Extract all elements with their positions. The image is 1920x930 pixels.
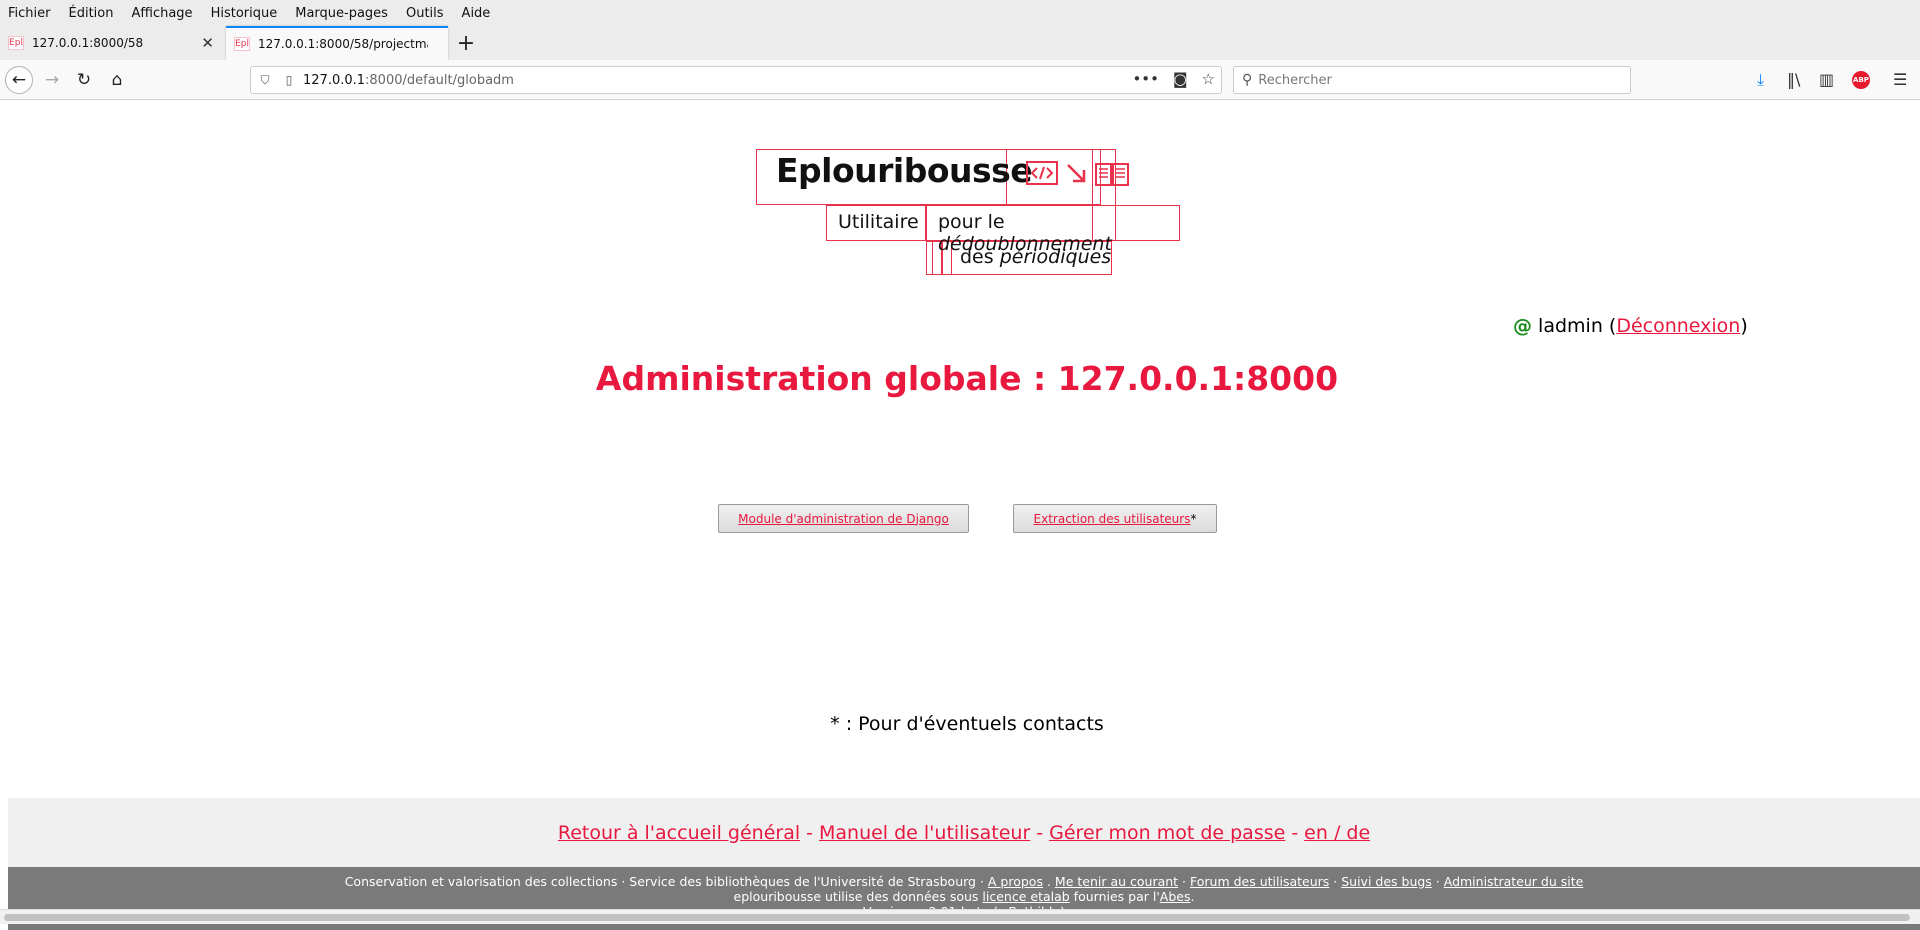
separator: - <box>1291 821 1299 844</box>
menu-aide[interactable]: Aide <box>462 6 491 21</box>
logo-des-prefix: des <box>960 246 1000 268</box>
book-icon <box>1095 163 1129 186</box>
logo-periodiques: périodiques <box>999 246 1112 268</box>
logo-pour-le-prefix: pour le <box>938 211 1005 233</box>
footer-line-1: Conservation et valorisation des collect… <box>8 874 1920 889</box>
django-admin-link[interactable]: Module d'administration de Django <box>738 512 949 526</box>
arrow-down-right-icon <box>1067 164 1086 183</box>
download-icon[interactable]: ⤓ <box>1757 70 1764 90</box>
forward-arrow-icon[interactable]: → <box>38 66 66 94</box>
scrollbar-thumb[interactable] <box>4 914 1910 921</box>
favicon-icon: Epl <box>234 37 250 51</box>
footer-org: Conservation et valorisation des collect… <box>344 874 988 889</box>
logout-link[interactable]: Déconnexion <box>1616 315 1740 337</box>
close-icon[interactable]: ✕ <box>201 34 214 52</box>
tab-bar: Epl 127.0.0.1:8000/58 ✕ Epl 127.0.0.1:80… <box>0 26 1920 60</box>
dot: . <box>1042 874 1055 889</box>
menu-historique[interactable]: Historique <box>211 6 278 21</box>
eplouribousse-logo: Eplouribousse Utilitaire pour le dédoubl… <box>756 147 1180 275</box>
separator: - <box>1036 821 1044 844</box>
library-icon[interactable]: ‖\ <box>1787 70 1800 89</box>
new-tab-plus-icon[interactable]: + <box>456 26 476 60</box>
contact-note: * : Pour d'éventuels contacts <box>830 713 1104 735</box>
logo-des-periodiques: des périodiques <box>960 246 1111 268</box>
page-icon: ▯ <box>285 73 293 87</box>
page-content: Eplouribousse Utilitaire pour le dédoubl… <box>0 101 1920 930</box>
tab-title: 127.0.0.1:8000/58 <box>32 36 144 50</box>
horizontal-scrollbar[interactable] <box>0 909 1920 924</box>
menu-outils[interactable]: Outils <box>406 6 444 21</box>
url-host: 127.0.0.1 <box>303 72 366 88</box>
menu-bar: Fichier Édition Affichage Historique Mar… <box>0 0 1920 26</box>
sidebar-icon[interactable]: ▥ <box>1819 70 1834 89</box>
period: . <box>1190 889 1195 904</box>
paren-close: ) <box>1740 315 1748 337</box>
back-arrow-icon[interactable]: ← <box>5 66 33 94</box>
language-link[interactable]: en / de <box>1304 822 1370 844</box>
tab-2-active[interactable]: Epl 127.0.0.1:8000/58/projectmat <box>226 26 448 60</box>
paren-open: ( <box>1602 315 1617 337</box>
page-title: Administration globale : 127.0.0.1:8000 <box>595 359 1339 398</box>
dot: · <box>1431 874 1444 889</box>
separator: - <box>806 821 813 844</box>
user-info: @ ladmin (Déconnexion) <box>1513 315 1748 337</box>
asterisk: * <box>1190 511 1197 526</box>
menu-edition[interactable]: Édition <box>69 6 114 21</box>
password-link[interactable]: Gérer mon mot de passe <box>1049 822 1285 844</box>
menu-fichier[interactable]: Fichier <box>8 6 51 21</box>
dot: · <box>1178 874 1190 889</box>
footer-line-2: eplouribousse utilise des données sous l… <box>8 889 1920 904</box>
tab-1[interactable]: Epl 127.0.0.1:8000/58 ✕ <box>0 26 224 60</box>
search-placeholder: Rechercher <box>1258 72 1332 88</box>
django-admin-button[interactable]: Module d'administration de Django <box>718 504 969 533</box>
home-link[interactable]: Retour à l'accueil général <box>558 822 800 844</box>
extract-users-link[interactable]: Extraction des utilisateurs <box>1034 512 1191 526</box>
reload-icon[interactable]: ↻ <box>70 66 98 94</box>
navigation-toolbar: ← → ↻ ⌂ ⛉ ▯ 127.0.0.1:8000/default/globa… <box>0 60 1920 100</box>
footer-data-text-2: fournies par l' <box>1069 889 1160 904</box>
tab-title: 127.0.0.1:8000/58/projectmat <box>258 37 428 51</box>
forum-link[interactable]: Forum des utilisateurs <box>1190 874 1329 889</box>
menu-marque-pages[interactable]: Marque-pages <box>295 6 388 21</box>
shield-icon[interactable]: ⛉ <box>255 73 275 88</box>
footer-data-text: eplouribousse utilise des données sous <box>733 889 983 904</box>
menu-affichage[interactable]: Affichage <box>131 6 192 21</box>
search-icon: ⚲ <box>1242 72 1253 88</box>
logo-title: Eplouribousse <box>776 151 1033 190</box>
bugs-link[interactable]: Suivi des bugs <box>1341 874 1432 889</box>
footer-links: Retour à l'accueil général - Manuel de l… <box>8 798 1920 867</box>
manual-link[interactable]: Manuel de l'utilisateur <box>819 822 1030 844</box>
site-admin-link[interactable]: Administrateur du site <box>1444 874 1584 889</box>
favicon-icon: Epl <box>8 36 24 50</box>
about-link[interactable]: A propos <box>988 874 1043 889</box>
keep-informed-link[interactable]: Me tenir au courant <box>1055 874 1178 889</box>
url-bar[interactable]: ⛉ ▯ 127.0.0.1:8000/default/globadm ••• ◙… <box>250 66 1222 94</box>
abes-link[interactable]: Abes <box>1160 889 1191 904</box>
bookmark-star-icon[interactable]: ☆ <box>1202 70 1215 88</box>
extract-users-button[interactable]: Extraction des utilisateurs * <box>1013 504 1217 533</box>
search-field[interactable]: ⚲ Rechercher <box>1233 66 1631 94</box>
logo-utilitaire: Utilitaire <box>838 211 919 233</box>
url-path: :8000/default/globadm <box>365 72 514 88</box>
username: ladmin <box>1538 315 1603 337</box>
home-icon[interactable]: ⌂ <box>103 66 131 94</box>
hamburger-menu-icon[interactable]: ☰ <box>1893 70 1907 89</box>
page-actions-icon[interactable]: ••• <box>1132 70 1159 88</box>
dot: · <box>1329 874 1342 889</box>
pocket-icon[interactable]: ◙ <box>1173 70 1188 88</box>
user-at-icon: @ <box>1513 315 1532 337</box>
adblock-icon[interactable]: ABP <box>1852 71 1870 89</box>
code-icon <box>1026 161 1058 185</box>
licence-link[interactable]: licence etalab <box>982 889 1069 904</box>
logo-icons <box>1026 161 1130 187</box>
